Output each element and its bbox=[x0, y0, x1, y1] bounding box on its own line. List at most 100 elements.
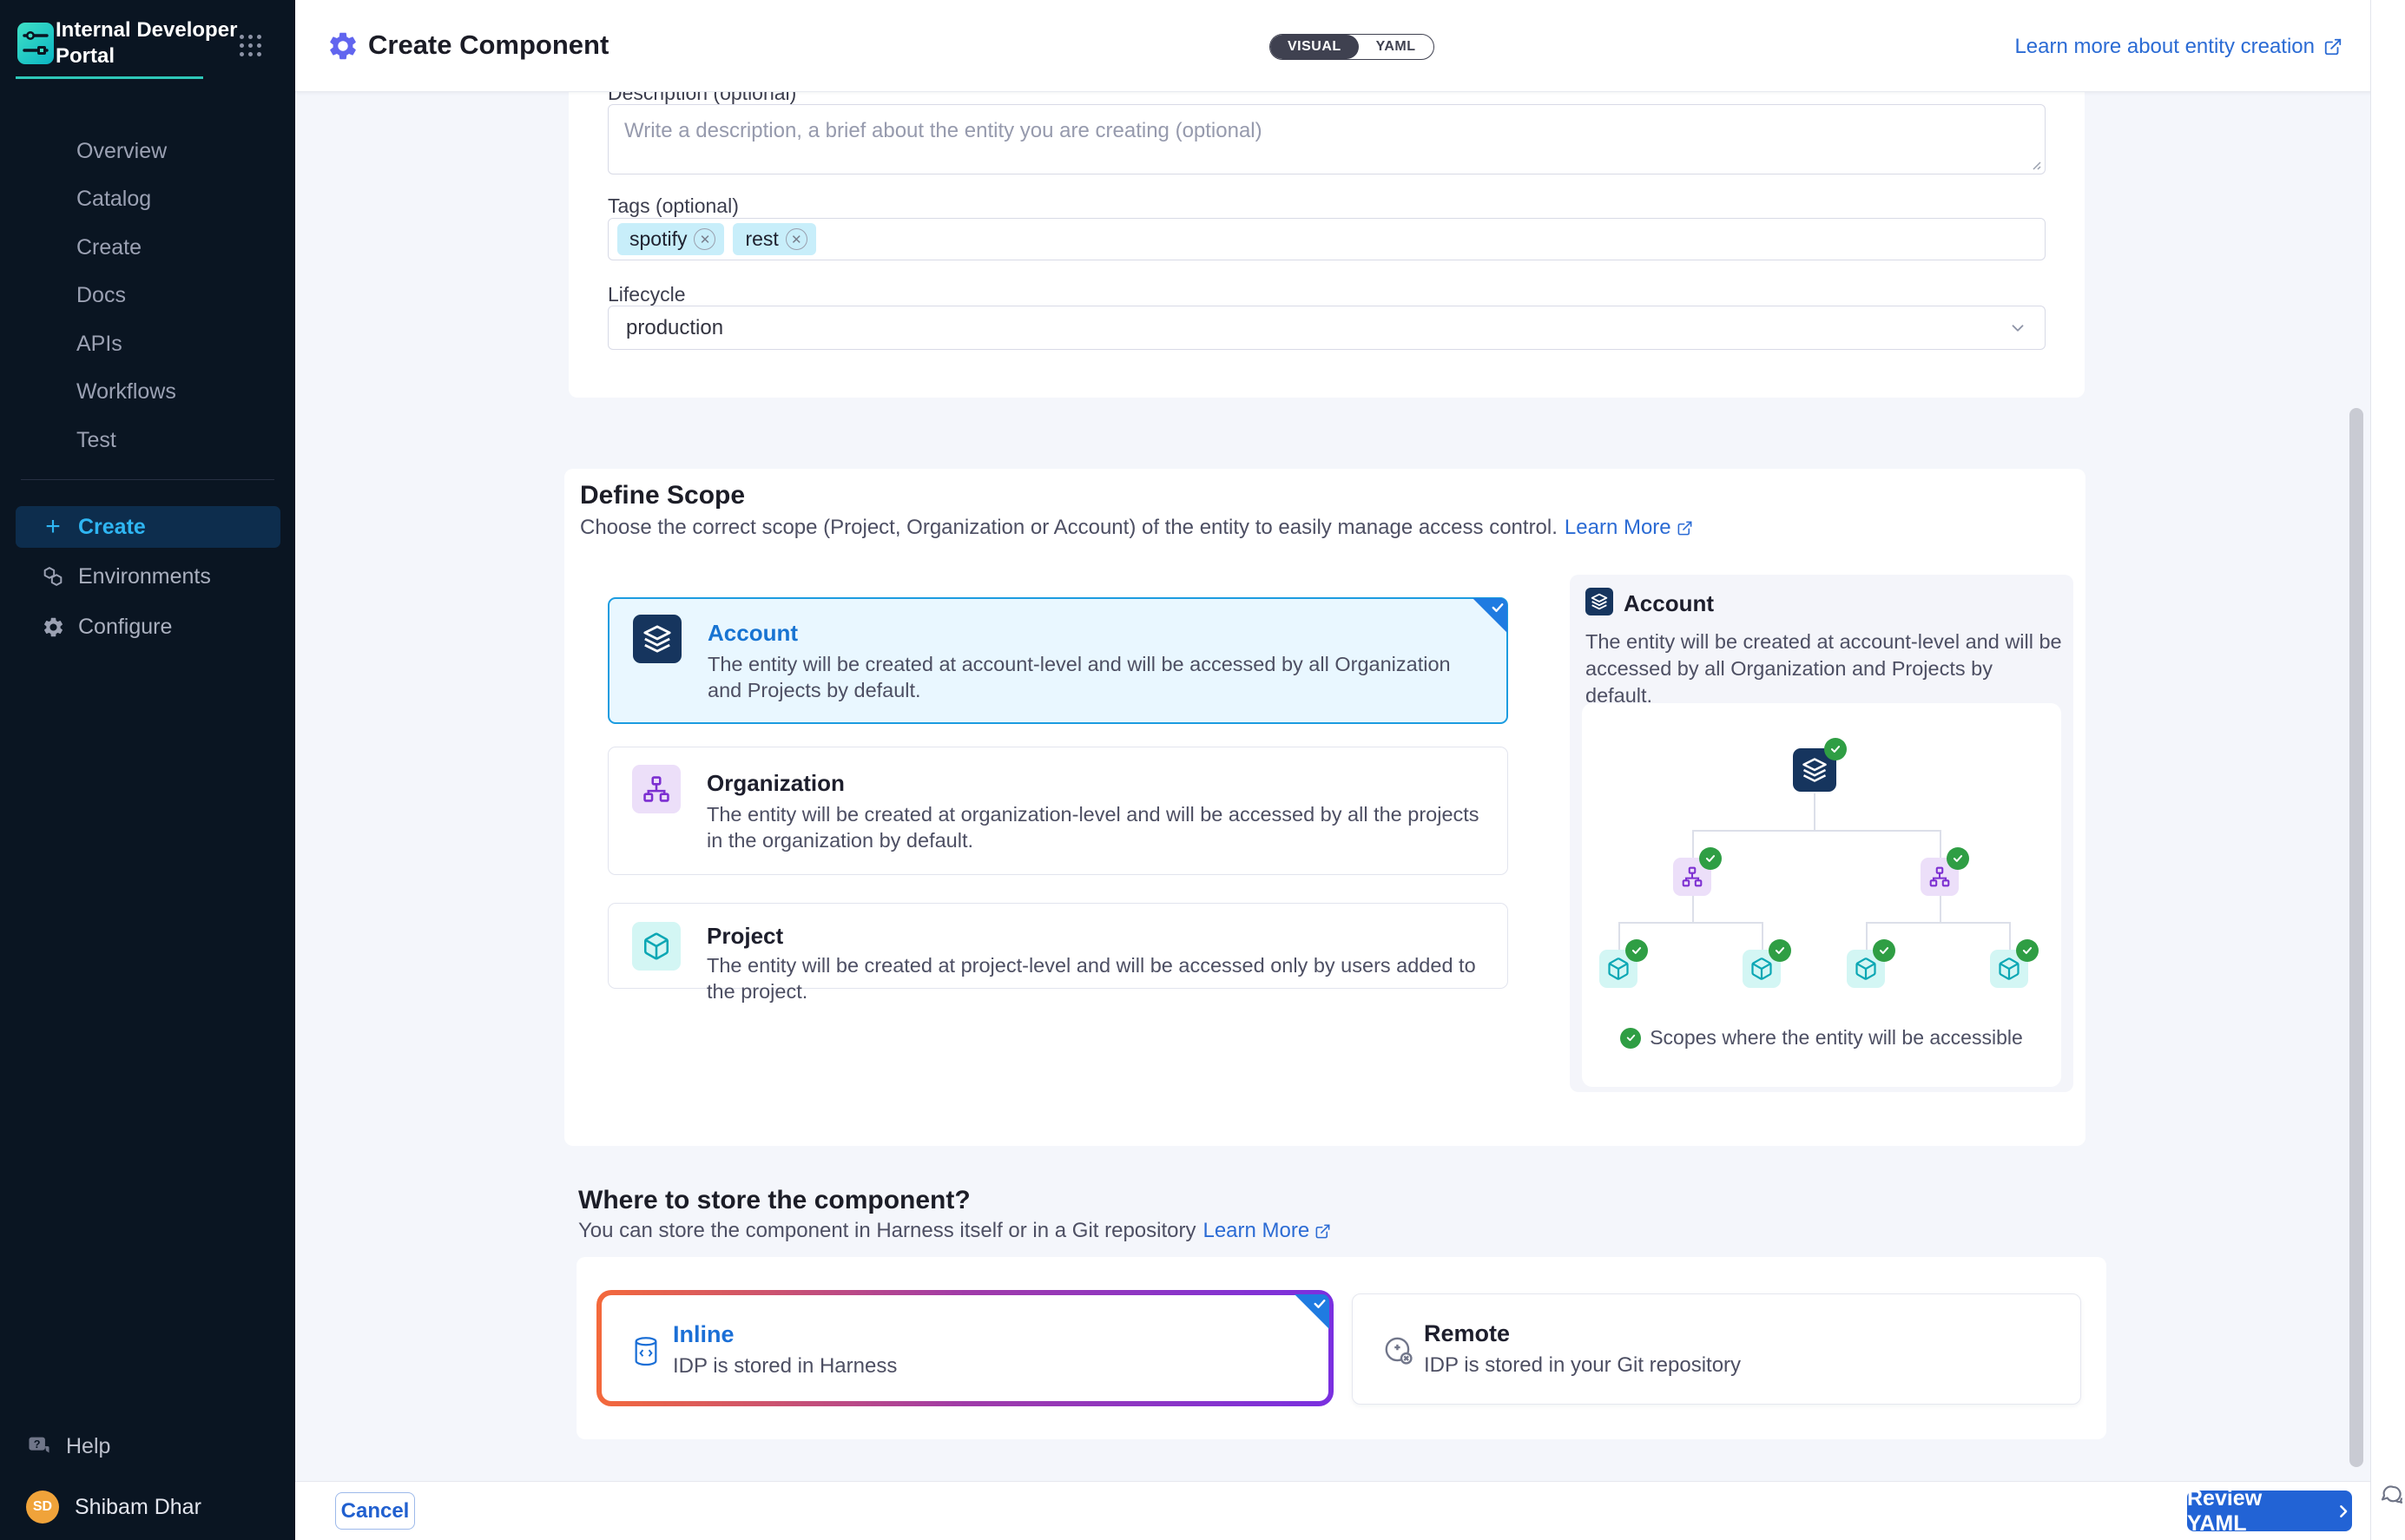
remote-git-icon bbox=[1382, 1334, 1415, 1367]
scope-option-desc: The entity will be created at organizati… bbox=[707, 801, 1479, 853]
check-badge bbox=[2016, 939, 2039, 962]
chat-support-icon[interactable] bbox=[2378, 1483, 2404, 1509]
sidebar-user[interactable]: SD Shibam Dhar bbox=[26, 1481, 287, 1533]
scope-preview-panel: Account The entity will be created at ac… bbox=[1570, 575, 2073, 1092]
diagram-caption: Scopes where the entity will be accessib… bbox=[1582, 1026, 2061, 1050]
account-layers-icon bbox=[633, 615, 682, 663]
preview-title: Account bbox=[1624, 590, 1714, 617]
check-badge bbox=[1699, 847, 1722, 870]
sidebar-item-configure[interactable]: Configure bbox=[16, 606, 280, 648]
lifecycle-label: Lifecycle bbox=[608, 283, 685, 306]
scope-hierarchy-diagram: Scopes where the entity will be accessib… bbox=[1582, 703, 2061, 1087]
help-chat-icon: ? bbox=[26, 1433, 52, 1459]
scope-option-title: Account bbox=[708, 620, 798, 647]
check-icon bbox=[1620, 1028, 1641, 1049]
storage-subtitle-text: You can store the component in Harness i… bbox=[578, 1219, 1196, 1243]
gear-icon bbox=[40, 615, 66, 639]
storage-option-title: Inline bbox=[673, 1321, 735, 1348]
sidebar: Internal Developer Portal Overview Catal… bbox=[0, 0, 295, 1540]
define-scope-section: Define Scope Choose the correct scope (P… bbox=[564, 469, 2085, 1146]
external-link-icon bbox=[2323, 37, 2342, 56]
scope-option-project[interactable]: Project The entity will be created at pr… bbox=[608, 903, 1508, 989]
sidebar-divider bbox=[21, 479, 274, 480]
scope-option-title: Organization bbox=[707, 770, 845, 797]
selected-check-corner bbox=[1473, 598, 1507, 633]
apps-grid-icon[interactable] bbox=[240, 35, 262, 57]
help-rail bbox=[2370, 0, 2405, 1540]
external-link-icon bbox=[1677, 520, 1693, 536]
chevron-down-icon bbox=[2008, 319, 2027, 338]
tag-chip-label: rest bbox=[745, 227, 778, 251]
scope-option-account[interactable]: Account The entity will be created at ac… bbox=[608, 597, 1508, 724]
create-component-page: Description (optional) Tags (optional) s… bbox=[0, 0, 2405, 1540]
remove-tag-icon[interactable]: ✕ bbox=[694, 228, 715, 250]
sidebar-item-overview[interactable]: Overview bbox=[0, 131, 295, 171]
description-textarea-wrap bbox=[608, 104, 2046, 174]
sidebar-create-button[interactable]: + Create bbox=[16, 506, 280, 548]
page-header: Create Component VISUAL YAML Learn more … bbox=[295, 0, 2405, 92]
check-badge bbox=[1625, 939, 1648, 962]
environments-icon bbox=[40, 564, 66, 589]
brand-accent-line bbox=[16, 76, 203, 79]
entity-form-card: Description (optional) Tags (optional) s… bbox=[569, 52, 2085, 398]
scope-option-organization[interactable]: Organization The entity will be created … bbox=[608, 747, 1508, 875]
tab-yaml[interactable]: YAML bbox=[1359, 35, 1433, 59]
sidebar-item-environments[interactable]: Environments bbox=[16, 556, 280, 597]
organization-chart-icon bbox=[632, 765, 681, 813]
scope-learn-more-link[interactable]: Learn More bbox=[1565, 516, 1693, 540]
tags-label: Tags (optional) bbox=[608, 194, 739, 218]
resize-handle-icon[interactable] bbox=[2029, 158, 2041, 170]
brand-title: Internal Developer Portal bbox=[56, 17, 237, 69]
tab-visual[interactable]: VISUAL bbox=[1270, 35, 1359, 59]
lifecycle-select[interactable]: production bbox=[608, 306, 2046, 350]
storage-option-remote[interactable]: Remote IDP is stored in your Git reposit… bbox=[1352, 1293, 2081, 1405]
tag-chip: spotify ✕ bbox=[617, 223, 724, 255]
storage-learn-more-link[interactable]: Learn More bbox=[1202, 1219, 1331, 1243]
check-badge bbox=[1873, 939, 1895, 962]
user-name: Shibam Dhar bbox=[75, 1495, 201, 1520]
check-badge bbox=[1824, 738, 1847, 760]
storage-option-inline[interactable]: Inline IDP is stored in Harness bbox=[596, 1290, 1334, 1406]
description-input[interactable] bbox=[609, 105, 2045, 174]
storage-title: Where to store the component? bbox=[578, 1186, 971, 1215]
scope-option-desc: The entity will be created at project-le… bbox=[707, 952, 1479, 1004]
sidebar-item-create[interactable]: Create bbox=[0, 227, 295, 267]
harness-idp-logo bbox=[17, 23, 54, 64]
diagram-project-node bbox=[1599, 950, 1637, 988]
diagram-account-node bbox=[1793, 748, 1836, 792]
storage-option-desc: IDP is stored in Harness bbox=[673, 1354, 897, 1379]
scope-option-title: Project bbox=[707, 923, 783, 950]
learn-more-entity-link[interactable]: Learn more about entity creation bbox=[2014, 35, 2342, 59]
sidebar-item-catalog[interactable]: Catalog bbox=[0, 179, 295, 219]
storage-option-title: Remote bbox=[1424, 1320, 1510, 1347]
chevron-right-icon bbox=[2335, 1503, 2352, 1520]
define-scope-title: Define Scope bbox=[580, 481, 745, 510]
diagram-org-node bbox=[1921, 858, 1959, 896]
cancel-button[interactable]: Cancel bbox=[335, 1492, 415, 1530]
page-title: Create Component bbox=[368, 30, 609, 61]
preview-desc: The entity will be created at account-le… bbox=[1585, 629, 2065, 709]
sidebar-item-workflows[interactable]: Workflows bbox=[0, 372, 295, 411]
sidebar-item-test[interactable]: Test bbox=[0, 420, 295, 460]
visual-yaml-toggle: VISUAL YAML bbox=[1269, 34, 1434, 60]
diagram-project-node bbox=[1847, 950, 1885, 988]
scrollbar-thumb[interactable] bbox=[2349, 408, 2363, 1467]
diagram-project-node bbox=[1990, 950, 2028, 988]
footer-bar: Cancel Review YAML bbox=[295, 1481, 2370, 1540]
tag-chip-label: spotify bbox=[629, 227, 687, 251]
review-yaml-button[interactable]: Review YAML bbox=[2187, 1491, 2352, 1531]
sidebar-item-apis[interactable]: APIs bbox=[0, 324, 295, 364]
component-gear-icon bbox=[326, 30, 359, 63]
account-layers-icon bbox=[1585, 588, 1613, 615]
define-scope-subtitle-text: Choose the correct scope (Project, Organ… bbox=[580, 516, 1558, 540]
sidebar-item-docs[interactable]: Docs bbox=[0, 275, 295, 315]
scope-option-desc: The entity will be created at account-le… bbox=[708, 651, 1480, 703]
tags-input[interactable]: spotify ✕ rest ✕ bbox=[608, 218, 2046, 260]
remove-tag-icon[interactable]: ✕ bbox=[786, 228, 807, 250]
external-link-icon bbox=[1315, 1223, 1331, 1240]
check-badge bbox=[1947, 847, 1969, 870]
storage-subtitle: You can store the component in Harness i… bbox=[578, 1219, 1331, 1243]
diagram-org-node bbox=[1673, 858, 1711, 896]
sidebar-help[interactable]: ? Help bbox=[26, 1427, 269, 1465]
project-box-icon bbox=[632, 922, 681, 971]
